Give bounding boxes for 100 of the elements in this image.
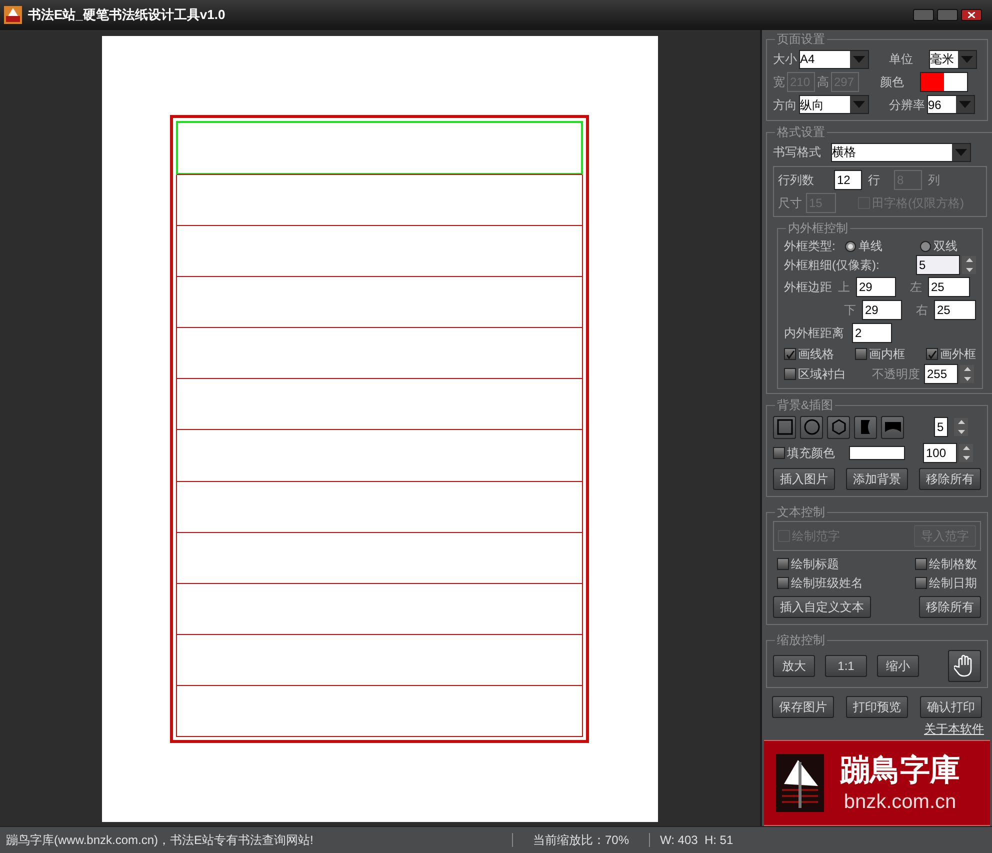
field-label: 行列数 xyxy=(778,172,814,189)
button[interactable]: 移除所有 xyxy=(919,596,981,618)
field-label: 方向 xyxy=(773,96,797,114)
checkbox-square[interactable] xyxy=(855,348,867,360)
button[interactable]: 添加背景 xyxy=(846,468,908,490)
button[interactable]: 确认打印 xyxy=(920,696,982,718)
checkbox-square[interactable] xyxy=(777,577,789,589)
dropdown[interactable]: 毫米 xyxy=(929,50,977,68)
square-shape-icon xyxy=(774,417,794,437)
button[interactable]: 保存图片 xyxy=(772,696,834,718)
about-link[interactable]: 关于本软件 xyxy=(924,720,984,738)
spin-buttons-icon[interactable] xyxy=(962,256,976,274)
dropdown[interactable]: 96 xyxy=(927,95,975,114)
checkbox[interactable]: 绘制班级姓名 xyxy=(777,574,915,592)
caret-icon xyxy=(956,96,974,113)
minimize-icon[interactable] xyxy=(913,9,934,21)
field-label: 外框边距 xyxy=(784,278,832,296)
button[interactable]: 缩小 xyxy=(877,655,919,677)
image-size: W: 403 H: 51 xyxy=(660,832,734,849)
field-label: 行 xyxy=(868,172,880,189)
checkbox-square[interactable] xyxy=(926,348,938,360)
color-swatch[interactable] xyxy=(921,72,944,90)
field-label: 尺寸 xyxy=(778,195,802,212)
button[interactable]: 移除所有 xyxy=(919,468,981,490)
input-field[interactable]: 29 xyxy=(862,300,902,320)
input-field[interactable]: 25 xyxy=(928,276,970,296)
spin-buttons-icon[interactable] xyxy=(954,418,968,436)
input-field[interactable]: 12 xyxy=(834,170,862,190)
radio-dot[interactable] xyxy=(845,240,856,252)
dropdown[interactable]: 横格 xyxy=(831,142,971,162)
field-label: 列 xyxy=(928,172,940,189)
input-field[interactable]: 5 xyxy=(934,417,948,437)
group-title: 内外框控制 xyxy=(787,220,849,237)
checkbox[interactable]: 画内框 xyxy=(855,345,905,363)
caret-icon xyxy=(958,50,976,68)
button[interactable]: 插入自定义文本 xyxy=(773,596,871,618)
hand-tool-button[interactable] xyxy=(948,650,981,682)
group-title: 缩放控制 xyxy=(776,632,826,649)
checkbox-square[interactable] xyxy=(773,447,785,459)
caret-icon xyxy=(850,50,868,68)
field-label: 宽 xyxy=(773,74,785,90)
hexagon-shape-button[interactable] xyxy=(827,416,850,438)
app-icon xyxy=(4,6,22,24)
field-label: 高 xyxy=(817,74,829,90)
checkbox[interactable]: 绘制格数 xyxy=(915,555,977,573)
checkbox-square[interactable] xyxy=(915,577,927,589)
checkbox[interactable]: 绘制日期 xyxy=(915,574,977,592)
input-field[interactable]: 255 xyxy=(924,364,958,384)
logo-name: 蹦鳥字庫 xyxy=(840,752,960,790)
button[interactable]: 插入图片 xyxy=(773,468,835,490)
field-label: 上 xyxy=(838,278,850,296)
input-field[interactable]: 2 xyxy=(852,322,892,342)
caret-icon xyxy=(952,144,970,160)
checkbox[interactable]: 画线格 xyxy=(784,345,834,363)
zoom-ratio: 当前缩放比：70% xyxy=(533,832,630,849)
input-field[interactable]: 29 xyxy=(856,276,896,296)
button[interactable]: 打印预览 xyxy=(846,696,908,718)
field-label: 书写格式 xyxy=(773,144,821,161)
field-label: 大小 xyxy=(773,51,797,68)
field-label: 外框类型: xyxy=(784,238,836,255)
color-swatch[interactable] xyxy=(849,446,905,460)
brush-logo-icon xyxy=(776,754,824,812)
checkbox[interactable]: 填充颜色 xyxy=(773,444,835,462)
checkbox-square[interactable] xyxy=(777,558,789,570)
logo-url: bnzk.com.cn xyxy=(844,790,956,814)
dropdown[interactable]: A4 xyxy=(799,50,869,68)
spin-buttons-icon[interactable] xyxy=(959,444,973,462)
field-label: 右 xyxy=(916,302,928,318)
radio-button[interactable]: 双线 xyxy=(920,237,958,255)
checkbox[interactable]: 绘制标题 xyxy=(777,555,915,573)
field-label: 内外框距离 xyxy=(784,324,844,342)
field-label: 左 xyxy=(910,278,922,296)
arch-shape-button[interactable] xyxy=(881,416,904,438)
group-title: 背景&插图 xyxy=(776,397,834,414)
group-title: 格式设置 xyxy=(776,124,826,141)
field-label: 外框粗细(仅像素): xyxy=(784,257,880,274)
checkbox-square[interactable] xyxy=(784,368,796,380)
color-swatch[interactable] xyxy=(944,72,967,90)
button[interactable]: 1:1 xyxy=(825,655,867,677)
notch-shape-button[interactable] xyxy=(854,416,877,438)
spin-buttons-icon[interactable] xyxy=(960,365,974,383)
input-field[interactable]: 5 xyxy=(916,255,960,275)
dropdown[interactable]: 纵向 xyxy=(799,95,869,114)
square-shape-button[interactable] xyxy=(773,416,796,438)
close-icon[interactable] xyxy=(961,9,982,21)
button[interactable]: 放大 xyxy=(773,655,815,677)
checkbox-square[interactable] xyxy=(784,348,796,360)
input-field[interactable]: 100 xyxy=(923,443,957,463)
input-field[interactable]: 25 xyxy=(934,300,976,320)
field-label: 分辨率 xyxy=(889,96,925,114)
caret-icon xyxy=(850,96,868,113)
circle-shape-button[interactable] xyxy=(800,416,823,438)
checkbox-square[interactable] xyxy=(915,558,927,570)
status-message: 蹦鸟字库(www.bnzk.com.cn)，书法E站专有书法查询网站! xyxy=(5,832,314,849)
group-title: 页面设置 xyxy=(776,31,826,48)
field-label: 下 xyxy=(844,302,856,318)
radio-button[interactable]: 单线 xyxy=(845,237,882,255)
checkbox[interactable]: 画外框 xyxy=(926,345,976,363)
field-label: 不透明度 xyxy=(872,366,920,383)
checkbox[interactable]: 区域衬白 xyxy=(784,365,846,383)
